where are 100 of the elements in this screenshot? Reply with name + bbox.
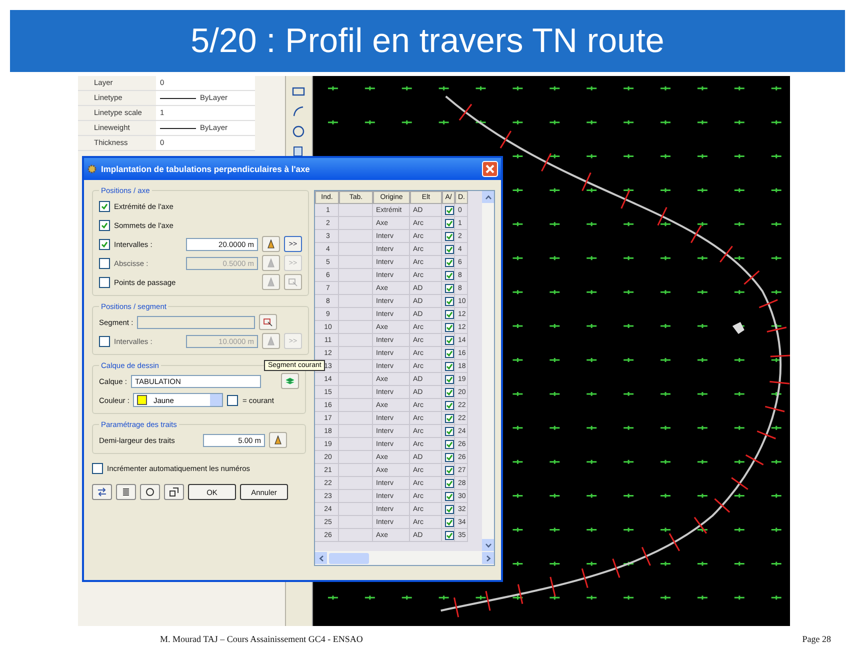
row-checkbox[interactable]: [445, 400, 454, 410]
grid-marker: [622, 323, 634, 329]
grid-marker: [512, 357, 524, 363]
grid-marker: [512, 86, 524, 92]
tool-button[interactable]: [92, 484, 112, 500]
grid-marker: [696, 425, 708, 431]
tick-mark: [769, 380, 790, 384]
tick-mark: [668, 533, 680, 552]
tool-button[interactable]: [164, 484, 184, 500]
row-checkbox[interactable]: [445, 362, 454, 370]
row-checkbox[interactable]: [445, 492, 454, 500]
grid-marker: [770, 560, 782, 566]
row-checkbox[interactable]: [445, 478, 454, 488]
grid-marker: [326, 594, 338, 600]
row-checkbox[interactable]: [445, 258, 454, 266]
grid-marker: [548, 221, 560, 227]
grid-marker: [586, 323, 598, 329]
grid-marker: [512, 391, 524, 397]
grid-marker: [400, 594, 412, 600]
grid-marker: [659, 594, 671, 600]
row-checkbox[interactable]: [445, 414, 454, 422]
row-checkbox[interactable]: [445, 284, 454, 292]
grid-marker: [733, 493, 745, 499]
grid-marker: [696, 594, 708, 600]
row-checkbox[interactable]: [445, 440, 454, 448]
checkbox[interactable]: [92, 462, 103, 474]
checkbox[interactable]: [227, 394, 238, 406]
tool-button[interactable]: [116, 484, 136, 500]
row-checkbox[interactable]: [445, 388, 454, 396]
grid-marker: [586, 289, 598, 295]
table-cell: [339, 217, 373, 230]
row-checkbox[interactable]: [445, 374, 454, 384]
dialog-title: Implantation de tabulations perpendiculaires à l'axe: [101, 164, 311, 174]
grid-marker: [770, 425, 782, 431]
grid-marker: [512, 255, 524, 261]
tick-mark: [764, 406, 784, 412]
grid-marker: [586, 425, 598, 431]
tick-mark: [758, 299, 778, 308]
checkbox[interactable]: [99, 220, 110, 230]
row-checkbox[interactable]: [445, 270, 454, 280]
grid-marker: [659, 187, 671, 193]
grid-marker: [696, 86, 708, 92]
row-checkbox[interactable]: [445, 206, 454, 214]
pick-button[interactable]: [262, 236, 280, 252]
row-checkbox[interactable]: [445, 310, 454, 318]
tick-mark: [641, 546, 651, 566]
select-button[interactable]: [259, 314, 278, 330]
vertical-scrollbar[interactable]: [482, 191, 494, 551]
layer-button[interactable]: [281, 373, 299, 389]
pick-button[interactable]: [269, 432, 287, 448]
grid-marker: [474, 120, 486, 126]
tick-mark: [730, 477, 748, 490]
row-checkbox[interactable]: [445, 530, 454, 540]
segment-field[interactable]: [137, 316, 256, 328]
table-cell: [339, 308, 373, 321]
row-checkbox[interactable]: [445, 232, 454, 240]
row-checkbox[interactable]: [445, 518, 454, 526]
table-cell: [339, 438, 373, 451]
row-checkbox[interactable]: [445, 244, 454, 254]
row-checkbox[interactable]: [445, 322, 454, 332]
row-checkbox[interactable]: [445, 218, 454, 228]
grid-marker: [770, 323, 782, 329]
checkbox[interactable]: [99, 200, 110, 212]
grid-marker: [548, 594, 560, 600]
table-cell: [339, 204, 373, 217]
close-button[interactable]: [482, 161, 498, 177]
select-icon: [288, 277, 298, 287]
tool-button[interactable]: [140, 484, 160, 500]
grid-marker: [622, 289, 634, 295]
tick-mark: [581, 568, 588, 588]
grid-marker: [696, 323, 708, 329]
grid-marker: [770, 221, 782, 227]
circle-icon[interactable]: [291, 124, 306, 139]
row-checkbox[interactable]: [445, 466, 454, 474]
row-checkbox[interactable]: [445, 426, 454, 436]
grid-marker: [696, 560, 708, 566]
checkbox[interactable]: [99, 238, 110, 250]
grid-marker: [512, 459, 524, 465]
gear-icon: [87, 164, 97, 174]
checkbox[interactable]: [99, 276, 110, 288]
grid-marker: [733, 120, 745, 126]
row-checkbox[interactable]: [445, 348, 454, 358]
grid-marker: [512, 154, 524, 160]
grid-marker: [733, 594, 745, 600]
grid-marker: [548, 493, 560, 499]
horizontal-scrollbar[interactable]: [315, 551, 494, 565]
row-checkbox[interactable]: [445, 296, 454, 306]
row-checkbox[interactable]: [445, 504, 454, 514]
table-cell: [339, 269, 373, 282]
table-cell: [339, 282, 373, 295]
row-checkbox[interactable]: [445, 452, 454, 462]
row-checkbox[interactable]: [445, 336, 454, 344]
grid-marker: [770, 527, 782, 532]
tick-mark: [656, 207, 667, 226]
grid-marker: [770, 357, 782, 363]
grid-marker: [770, 86, 782, 92]
grid-marker: [770, 120, 782, 126]
grid-marker: [696, 391, 708, 397]
tick-mark: [714, 498, 730, 513]
grid-marker: [548, 323, 560, 329]
